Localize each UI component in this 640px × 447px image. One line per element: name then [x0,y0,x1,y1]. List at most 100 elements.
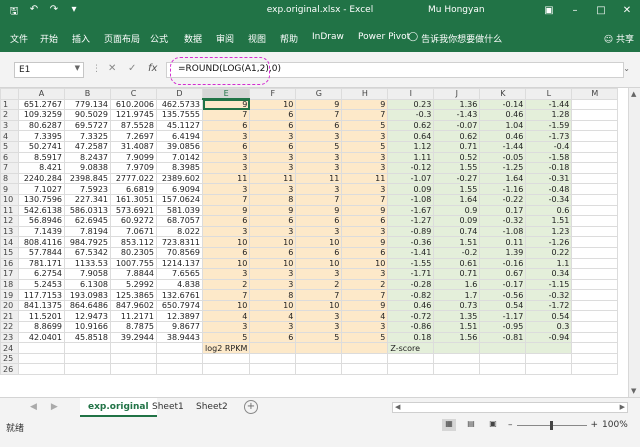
tell-me-search[interactable]: ◯ 告诉我你想要做什么 [408,32,502,45]
cell[interactable]: 864.6486 [64,299,111,312]
cell[interactable]: 3 [295,268,343,280]
cell[interactable]: 841.1375 [18,299,65,312]
cell[interactable]: 0.09 [433,215,481,227]
cell[interactable]: 1.56 [433,331,481,344]
cell[interactable]: 47.2587 [64,140,111,153]
cell[interactable]: 31.4087 [110,140,157,153]
sheet-tab-sheet1[interactable]: Sheet1 [144,398,192,417]
cell[interactable] [571,225,619,238]
cell[interactable] [295,363,343,376]
cell[interactable] [479,342,527,354]
zoom-out-icon[interactable]: – [508,420,513,430]
cell[interactable]: 779.134 [64,98,111,111]
cell[interactable]: 11.2171 [110,310,157,323]
cell[interactable]: 723.8311 [156,236,203,248]
cell[interactable]: 10.9166 [64,321,111,333]
cell[interactable]: 6.4194 [156,130,203,142]
column-header-f[interactable]: F [249,88,297,100]
cell[interactable]: 3 [249,162,297,174]
cell[interactable]: 0.62 [387,119,435,132]
cell[interactable]: 3 [201,162,251,174]
cell[interactable]: 2 [341,278,389,291]
cell[interactable] [249,352,297,365]
cell[interactable]: -1.08 [387,193,435,206]
cell[interactable]: 3 [295,310,343,323]
cell[interactable]: 10 [295,299,343,312]
cell[interactable]: 80.6287 [18,119,65,132]
cell[interactable]: 586.0313 [64,204,111,217]
cell[interactable] [110,352,157,365]
cell[interactable] [571,257,619,270]
row-header[interactable]: 16 [0,257,19,270]
cell[interactable]: 1.64 [479,172,527,185]
cell[interactable]: 125.3865 [110,289,157,301]
next-sheet-icon[interactable]: ▶ [51,402,58,412]
row-header[interactable]: 15 [0,246,19,259]
cell[interactable]: 0.11 [479,236,527,248]
cell[interactable]: -0.32 [525,289,573,301]
cell[interactable]: 10 [201,299,251,312]
cell[interactable]: 7.9709 [110,162,157,174]
tab-insert[interactable]: 插入 [72,32,90,45]
tab-formulas[interactable]: 公式 [150,32,168,45]
cell[interactable]: 7.1439 [18,225,65,238]
cell[interactable]: 3 [341,268,389,280]
cell[interactable]: 7 [341,193,389,206]
cell[interactable]: 3 [295,130,343,142]
cell[interactable]: 6.6819 [110,183,157,195]
cell[interactable]: 10 [201,236,251,248]
cell[interactable]: 9 [341,299,389,312]
cell[interactable]: 7.3395 [18,130,65,142]
cell[interactable]: 2240.284 [18,172,65,185]
cell[interactable]: 227.341 [64,193,111,206]
cell[interactable]: 9 [341,236,389,248]
user-name[interactable]: Mu Hongyan [428,5,485,15]
row-header[interactable]: 14 [0,236,19,248]
cell[interactable]: 7 [201,109,251,121]
cell[interactable]: 10 [201,257,251,270]
cell[interactable]: 5 [295,331,343,344]
cell[interactable]: 3 [201,321,251,333]
column-header-a[interactable]: A [18,88,65,100]
cell[interactable]: 4 [249,310,297,323]
cell[interactable] [201,363,251,376]
cell[interactable]: 9 [341,204,389,217]
column-header-g[interactable]: G [295,88,343,100]
row-header[interactable]: 10 [0,193,19,206]
cell[interactable]: 0.6 [525,204,573,217]
tab-home[interactable]: 开始 [40,32,58,45]
cell[interactable]: 10 [295,236,343,248]
cell[interactable]: 542.6138 [18,204,65,217]
cell[interactable]: 2398.845 [64,172,111,185]
cell[interactable]: 135.7555 [156,109,203,121]
cell[interactable] [295,342,343,354]
cell[interactable] [525,363,573,376]
cell[interactable]: -1.15 [525,278,573,291]
cell[interactable]: 0.3 [525,321,573,333]
cell[interactable]: 9 [201,204,251,217]
cell[interactable]: 3 [295,225,343,238]
cell[interactable] [571,183,619,195]
cell[interactable]: 3 [249,183,297,195]
cell[interactable]: 3 [249,278,297,291]
cell[interactable]: 1.64 [433,193,481,206]
zoom-slider-thumb[interactable] [549,420,553,430]
insert-function-icon[interactable]: fx [148,63,157,74]
cell[interactable] [64,363,111,376]
cell[interactable]: 6.2754 [18,268,65,280]
cell[interactable]: 5 [341,331,389,344]
tab-page-layout[interactable]: 页面布局 [104,32,140,45]
cell[interactable]: 3 [201,183,251,195]
cell[interactable]: 3 [295,162,343,174]
cell[interactable]: -0.94 [525,331,573,344]
cell[interactable]: 7 [341,109,389,121]
cell[interactable]: 0.71 [433,140,481,153]
cell[interactable]: 4 [341,310,389,323]
cell[interactable]: 0.62 [433,130,481,142]
cell[interactable]: -0.27 [433,172,481,185]
column-header-d[interactable]: D [156,88,203,100]
cell[interactable]: 5 [201,331,251,344]
cell[interactable]: -0.89 [387,225,435,238]
cell[interactable]: 781.171 [18,257,65,270]
tab-indraw[interactable]: InDraw [312,32,344,42]
